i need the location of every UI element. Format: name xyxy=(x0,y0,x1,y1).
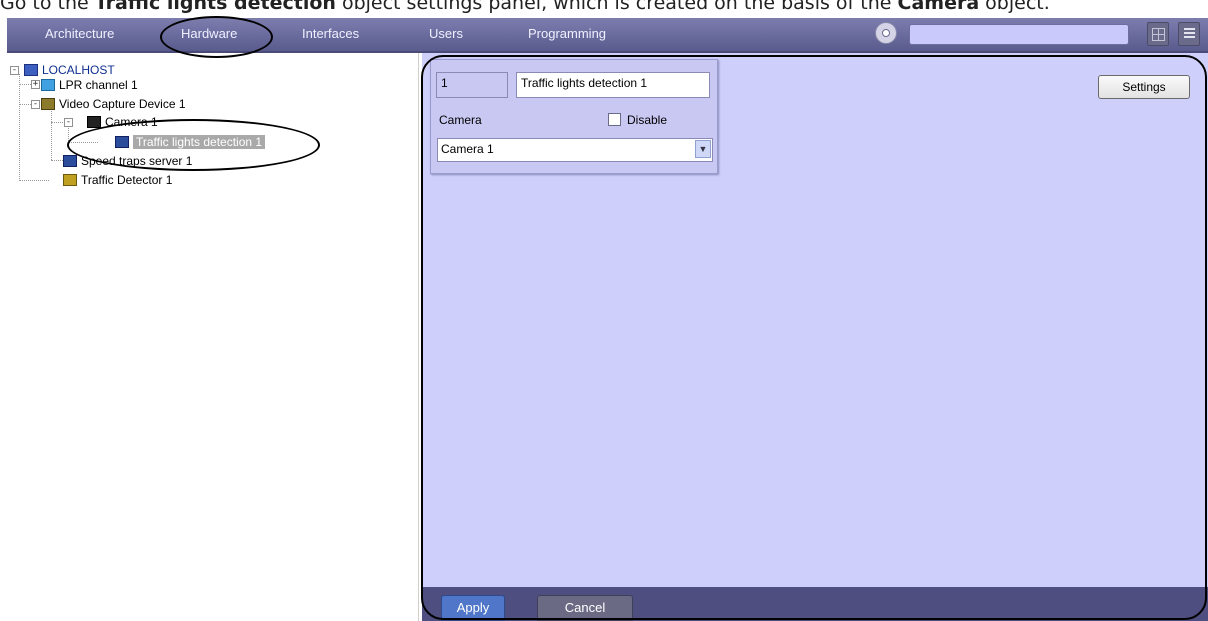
disable-label: Disable xyxy=(627,113,668,127)
tree-item-label: LOCALHOST xyxy=(42,63,115,77)
tab-hardware[interactable]: Hardware xyxy=(181,26,237,41)
tab-users[interactable]: Users xyxy=(429,26,463,41)
tree-line xyxy=(51,108,52,160)
cancel-button[interactable]: Cancel xyxy=(537,595,633,621)
camera-select[interactable]: Camera 1 ▼ xyxy=(437,138,713,162)
caption-text: object settings panel, which is created … xyxy=(335,0,898,14)
computer-icon xyxy=(115,136,129,148)
computer-icon xyxy=(24,64,38,76)
instruction-caption: Go to the Traffic lights detection objec… xyxy=(0,0,1208,18)
tree-line xyxy=(51,122,63,123)
tree-item-label: Video Capture Device 1 xyxy=(59,97,186,111)
computer-icon xyxy=(63,155,77,167)
tree-item-traffic-lights[interactable]: Traffic lights detection 1 xyxy=(115,134,266,151)
tab-programming[interactable]: Programming xyxy=(528,26,606,41)
camera-icon xyxy=(87,116,101,128)
tree-line xyxy=(19,84,31,85)
object-id-field[interactable]: 1 xyxy=(436,72,508,98)
lpr-icon xyxy=(41,79,55,91)
tab-interfaces[interactable]: Interfaces xyxy=(302,26,359,41)
apply-button[interactable]: Apply xyxy=(441,595,505,621)
tree-line xyxy=(51,160,63,161)
top-menu-bar: Architecture Hardware Interfaces Users P… xyxy=(7,18,1208,53)
tree-item-speed-traps[interactable]: Speed traps server 1 xyxy=(63,153,192,170)
object-name-field[interactable]: Traffic lights detection 1 xyxy=(516,72,710,98)
disable-checkbox[interactable] xyxy=(608,113,621,126)
object-form: 1 Traffic lights detection 1 Camera Disa… xyxy=(430,59,718,174)
settings-panel: 1 Traffic lights detection 1 Camera Disa… xyxy=(422,53,1208,621)
caption-bold-object: Traffic lights detection xyxy=(94,0,336,14)
tree-item-camera[interactable]: Camera 1 xyxy=(87,114,158,131)
collapse-icon[interactable]: - xyxy=(10,66,19,75)
tree-line xyxy=(19,74,20,181)
caption-text: object. xyxy=(979,0,1050,14)
tree-item-label: Camera 1 xyxy=(105,115,158,129)
tree-item-label: Traffic Detector 1 xyxy=(81,173,173,187)
tree-line xyxy=(68,142,98,143)
traffic-detector-icon xyxy=(63,174,77,186)
settings-button[interactable]: Settings xyxy=(1098,75,1190,99)
tree-item-lpr-channel[interactable]: LPR channel 1 xyxy=(41,77,138,94)
caption-bold-camera: Camera xyxy=(897,0,980,14)
collapse-icon[interactable]: - xyxy=(31,100,40,109)
tree-item-label: Speed traps server 1 xyxy=(81,154,193,168)
menu-icon xyxy=(1184,28,1195,30)
expand-icon[interactable]: + xyxy=(31,80,40,89)
footer-bar: Apply Cancel xyxy=(422,587,1208,621)
camera-select-value: Camera 1 xyxy=(441,142,494,156)
tree-item-traffic-detector[interactable]: Traffic Detector 1 xyxy=(63,172,172,189)
camera-label: Camera xyxy=(439,113,482,127)
collapse-icon[interactable]: - xyxy=(64,118,73,127)
chevron-down-icon[interactable]: ▼ xyxy=(695,140,711,158)
caption-text: Go to the xyxy=(0,0,95,14)
tree-line xyxy=(19,104,31,105)
gear-icon[interactable] xyxy=(875,22,897,44)
search-input[interactable] xyxy=(909,24,1129,45)
tree-item-label: Traffic lights detection 1 xyxy=(133,135,266,149)
tree-item-label: LPR channel 1 xyxy=(59,78,138,92)
object-tree: - + - - LOCALHOST LPR channel 1 Video Ca… xyxy=(7,53,419,621)
grid-icon xyxy=(1152,28,1165,41)
video-capture-icon xyxy=(41,98,55,110)
layout-grid-button[interactable] xyxy=(1147,22,1169,46)
tree-line xyxy=(68,128,69,143)
menu-button[interactable] xyxy=(1178,22,1200,46)
tree-line xyxy=(19,180,49,181)
tree-item-video-capture[interactable]: Video Capture Device 1 xyxy=(41,96,186,113)
tab-architecture[interactable]: Architecture xyxy=(45,26,114,41)
